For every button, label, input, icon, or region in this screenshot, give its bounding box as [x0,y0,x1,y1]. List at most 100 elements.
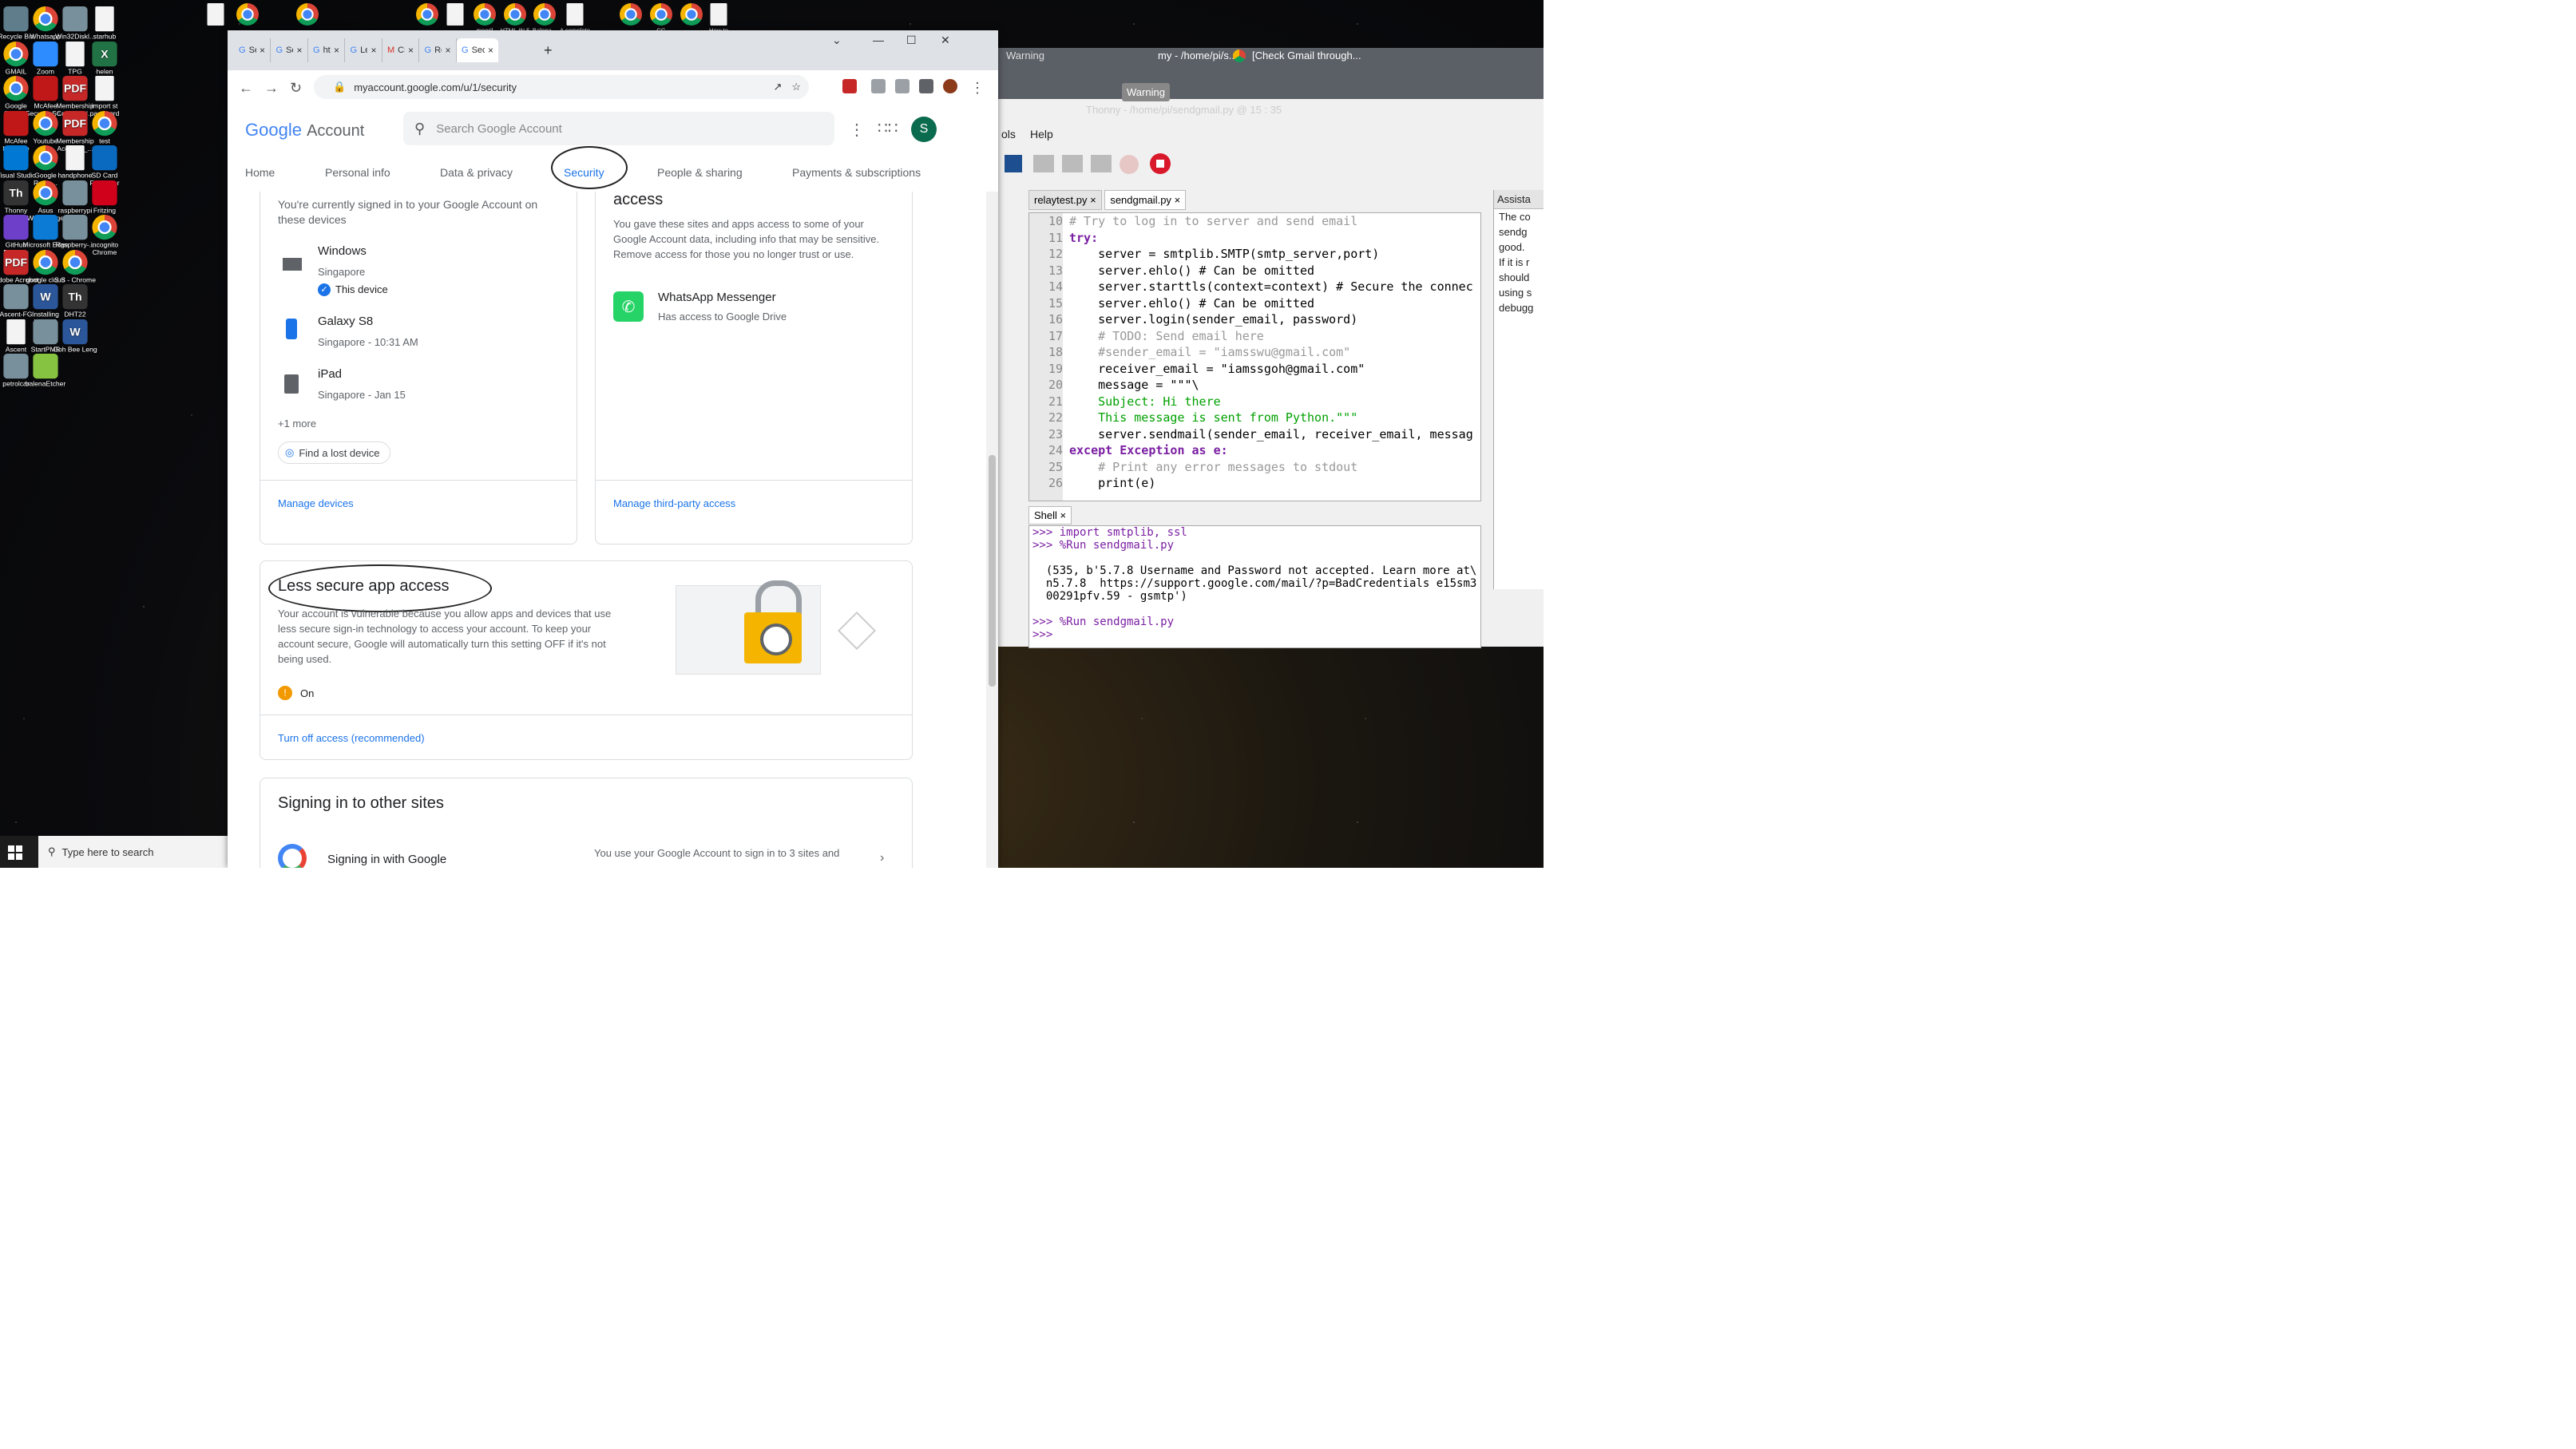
url-field[interactable]: 🔒 myaccount.google.com/u/1/security ↗ ☆ [314,75,809,99]
desktop-icon[interactable]: W Goh Bee Leng [51,319,98,353]
taskbar-item-thonny[interactable]: my - /home/pi/s... [1158,49,1238,61]
menu-tools[interactable]: ols [1001,128,1016,141]
code-line[interactable]: server.login(sender_email, password) [1069,311,1473,328]
device-name-ipad[interactable]: iPad [318,366,342,382]
desktop-icon[interactable]: How to [697,3,739,34]
turn-off-access-link[interactable]: Turn off access (recommended) [278,730,425,746]
browser-tab[interactable]: MCritica× [382,38,419,62]
browser-tab[interactable]: GRecen× [420,38,457,62]
avatar[interactable]: S [911,117,937,142]
desktop-icon[interactable]: Th DHT22 [51,284,98,319]
taskbar-item-warning[interactable]: Warning [1006,49,1044,61]
close-icon[interactable]: × [1175,194,1181,206]
code-line[interactable]: # TODO: Send email here [1069,328,1473,345]
manage-third-party-link[interactable]: Manage third-party access [613,496,735,511]
extension-icon[interactable] [871,79,886,93]
bookmark-star-icon[interactable]: ☆ [791,81,801,93]
desktop-icon[interactable] [226,3,268,27]
nav-tab[interactable]: Data & privacy [440,166,513,179]
close-icon[interactable]: × [408,45,414,56]
code-line[interactable]: #sender_email = "iamsswu@gmail.com" [1069,344,1473,361]
chrome-menu-icon[interactable]: ⋮ [970,80,985,97]
extension-icon[interactable] [895,79,910,93]
profile-avatar-icon[interactable] [943,79,957,93]
close-icon[interactable]: × [488,45,493,56]
code-line[interactable]: # Try to log in to server and send email [1069,213,1473,230]
apps-grid-icon[interactable]: ∷∷ [878,118,898,138]
code-line[interactable]: server = smtplib.SMTP(smtp_server,port) [1069,246,1473,263]
back-icon[interactable]: ← [239,80,253,97]
extensions-puzzle-icon[interactable] [919,79,933,93]
account-search-input[interactable]: ⚲ Search Google Account [403,112,834,145]
browser-tab[interactable]: GSecur× [457,38,498,62]
close-icon[interactable]: × [334,45,339,56]
resume-icon[interactable] [1120,155,1139,174]
close-icon[interactable]: × [371,45,376,56]
desktop-icon[interactable]: Fritzing [81,180,128,214]
reload-icon[interactable]: ↻ [290,80,302,97]
nav-tab[interactable]: People & sharing [657,166,743,179]
page-scrollbar[interactable] [986,192,998,868]
desktop-icon[interactable]: starhub [81,6,128,41]
browser-tab[interactable]: GSendi× [234,38,271,62]
desktop-icon[interactable] [286,3,328,27]
more-devices[interactable]: +1 more [278,416,316,431]
step-out-icon[interactable] [1091,155,1112,172]
stop-icon[interactable] [1150,153,1171,174]
google-account-logo[interactable]: Google Account [245,120,364,141]
debug-icon[interactable] [1005,155,1022,172]
code-line[interactable]: Subject: Hi there [1069,394,1473,410]
code-line[interactable]: try: [1069,230,1473,247]
code-line[interactable]: receiver_email = "iamssgoh@gmail.com" [1069,361,1473,378]
nav-tab[interactable]: Home [245,166,275,179]
start-button[interactable] [8,845,22,860]
shell-tab[interactable]: Shell × [1028,506,1072,525]
desktop-icon[interactable]: test [81,110,128,145]
close-icon[interactable]: × [260,45,265,56]
close-icon[interactable]: × [1090,194,1096,206]
desktop-icon[interactable]: balenaEtcher [22,354,69,388]
desktop-icon[interactable]: A complete [553,3,596,34]
code-line[interactable]: except Exception as e: [1069,442,1473,459]
code-line[interactable]: server.ehlo() # Can be omitted [1069,263,1473,279]
browser-tab[interactable]: GLess s× [346,38,382,62]
code-line[interactable]: This message is sent from Python.""" [1069,410,1473,426]
code-line[interactable]: # Print any error messages to stdout [1069,459,1473,476]
step-into-icon[interactable] [1062,155,1083,172]
close-icon[interactable]: × [296,45,302,56]
browser-tab[interactable]: Ghttps:× [308,38,345,62]
nav-tab[interactable]: Payments & subscriptions [792,166,921,179]
maximize-icon[interactable]: ☐ [906,34,917,47]
extension-icon[interactable] [842,79,857,93]
device-name-galaxy[interactable]: Galaxy S8 [318,314,373,329]
tab-search-icon[interactable]: ⌄ [832,34,842,47]
code-line[interactable]: message = """\ [1069,377,1473,394]
new-tab-button[interactable]: + [539,38,557,62]
taskbar-item-check-gmail[interactable]: [Check Gmail through... [1252,49,1361,61]
step-over-icon[interactable] [1033,155,1054,172]
tab-relaytest[interactable]: relaytest.py × [1028,190,1102,210]
close-icon[interactable]: × [445,45,450,56]
shell-output[interactable]: >>> import smtplib, ssl >>> %Run sendgmai… [1028,525,1481,648]
forward-icon[interactable]: → [264,80,279,97]
minimize-icon[interactable]: — [873,34,884,46]
help-more-icon[interactable]: ⋮ [849,120,865,140]
browser-tab[interactable]: GSendi× [271,38,308,62]
device-name-windows[interactable]: Windows [318,243,367,259]
code-editor[interactable]: 10 11 12 13 14 15 16 17 18 19 20 21 22 23 24 25 26 # Try… [1028,212,1481,501]
close-icon[interactable]: × [1060,509,1067,521]
code-line[interactable]: server.sendmail(sender_email, receiver_e… [1069,426,1473,443]
whatsapp-name[interactable]: WhatsApp Messenger [658,290,776,305]
code-line[interactable]: print(e) [1069,475,1473,492]
chevron-right-icon[interactable]: › [880,850,884,865]
nav-tab[interactable]: Personal info [325,166,390,179]
scrollbar-thumb[interactable] [989,455,996,687]
signin-row-label[interactable]: Signing in with Google [327,852,446,867]
manage-devices-link[interactable]: Manage devices [278,496,354,511]
code-line[interactable]: server.starttls(context=context) # Secur… [1069,279,1473,295]
find-lost-device-button[interactable]: ◎ Find a lost device [278,441,390,464]
code-line[interactable]: server.ehlo() # Can be omitted [1069,295,1473,312]
menu-help[interactable]: Help [1030,128,1053,141]
share-icon[interactable]: ↗ [773,81,782,93]
desktop-icon[interactable]: Xhelen [81,41,128,75]
